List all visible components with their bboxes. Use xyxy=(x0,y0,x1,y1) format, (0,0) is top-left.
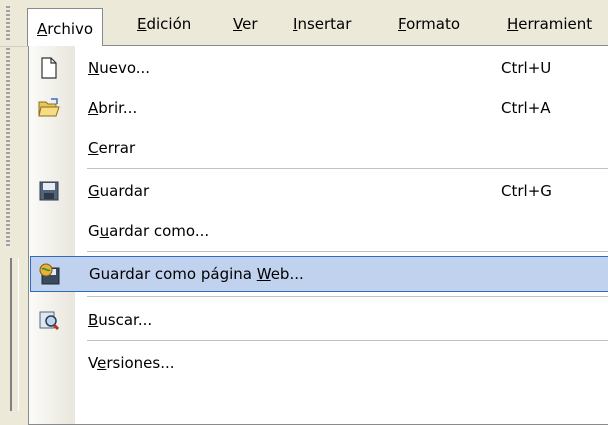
menu-item-nuevo[interactable]: Nuevo... Ctrl+U xyxy=(29,50,608,86)
menu-ver[interactable]: Ver xyxy=(224,10,267,38)
archivo-dropdown-menu: Nuevo... Ctrl+U Abrir... Ctrl+A Cerrar G… xyxy=(28,45,608,425)
shortcut-label: Ctrl+U xyxy=(501,59,552,77)
menu-separator xyxy=(87,251,608,252)
side-divider-highlight xyxy=(18,258,19,411)
menu-item-guardar[interactable]: Guardar Ctrl+G xyxy=(29,173,608,209)
menu-insertar[interactable]: Insertar xyxy=(284,10,360,38)
side-toolbar-grip xyxy=(6,48,10,248)
menu-archivo[interactable]: Archivo xyxy=(27,8,104,46)
menu-bar: Archivo Edición Ver Insertar Formato Her… xyxy=(0,0,608,47)
shortcut-label: Ctrl+A xyxy=(501,99,551,117)
new-document-icon xyxy=(41,57,57,79)
side-divider xyxy=(10,258,12,411)
menu-item-versiones[interactable]: Versiones... xyxy=(29,345,608,381)
menu-item-label: Nuevo... xyxy=(88,59,151,77)
shortcut-label: Ctrl+G xyxy=(501,182,552,200)
menu-edicion[interactable]: Edición xyxy=(128,10,200,38)
toolbar-grip[interactable] xyxy=(6,6,10,42)
menu-herramientas[interactable]: Herramient xyxy=(498,10,601,38)
open-folder-icon xyxy=(38,98,60,117)
menu-item-label: Guardar como... xyxy=(88,222,210,240)
search-file-icon xyxy=(39,311,60,331)
menu-formato[interactable]: Formato xyxy=(389,10,469,38)
save-web-page-icon xyxy=(39,263,60,285)
menu-item-label: Guardar como página Web... xyxy=(89,265,304,283)
menu-separator xyxy=(87,340,608,341)
menu-separator xyxy=(87,168,608,169)
menu-item-guardar-como-pagina-web[interactable]: Guardar como página Web... xyxy=(30,256,608,292)
save-disk-icon xyxy=(39,181,59,201)
menu-item-guardar-como[interactable]: Guardar como... xyxy=(29,213,608,249)
menu-item-label: Cerrar xyxy=(88,139,136,157)
menu-item-label: Versiones... xyxy=(88,354,175,372)
menu-item-label: Buscar... xyxy=(88,311,153,329)
menu-item-buscar[interactable]: Buscar... xyxy=(29,302,608,338)
menu-item-cerrar[interactable]: Cerrar xyxy=(29,130,608,166)
menu-separator xyxy=(87,296,608,297)
menu-item-label: Abrir... xyxy=(88,99,138,117)
menu-item-label: Guardar xyxy=(88,182,150,200)
menu-item-abrir[interactable]: Abrir... Ctrl+A xyxy=(29,90,608,126)
